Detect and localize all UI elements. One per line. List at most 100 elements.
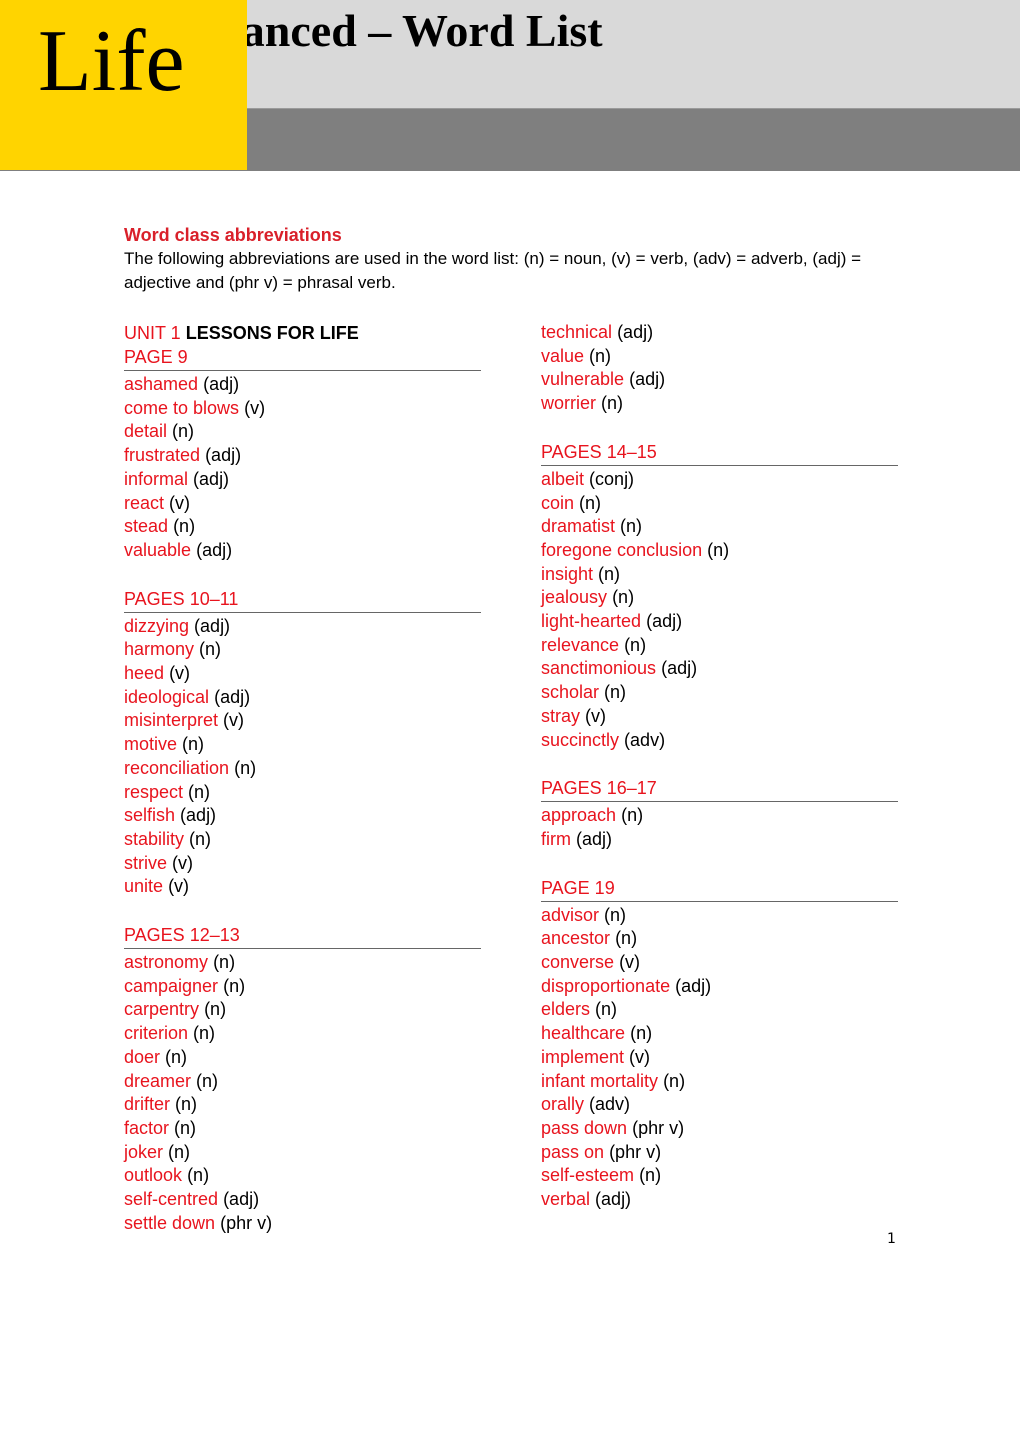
entry-word: foregone conclusion <box>541 539 703 560</box>
word-entry: ashamed (adj) <box>124 373 481 397</box>
word-entry: campaigner (n) <box>124 975 481 999</box>
entry-word: dizzying <box>124 615 190 636</box>
word-class: (adj) <box>196 539 233 560</box>
word-entry: misinterpret (v) <box>124 709 481 733</box>
word-class: (n) <box>234 757 257 778</box>
word-class: (v) <box>223 710 245 731</box>
section-heading: PAGES 10–11 <box>124 587 481 613</box>
word-class: (adv) <box>589 1094 631 1115</box>
entry-word: astronomy <box>124 952 209 973</box>
word-class: (n) <box>187 1165 210 1186</box>
word-entry: advisor (n) <box>541 904 898 928</box>
word-entry: factor (n) <box>124 1117 481 1141</box>
word-class: (n) <box>604 682 627 703</box>
word-entry: stability (n) <box>124 828 481 852</box>
word-entry: settle down (phr v) <box>124 1212 481 1236</box>
word-entry: come to blows (v) <box>124 397 481 421</box>
entry-word: heed <box>124 663 165 684</box>
word-class: (adj) <box>595 1189 632 1210</box>
entry-word: stray <box>541 705 581 726</box>
right-sections: PAGES 14–15 albeit (conj) coin (n) dramatis… <box>541 440 898 1212</box>
section-heading: PAGES 12–13 <box>124 923 481 950</box>
word-entry: implement (v) <box>541 1046 898 1070</box>
word-class: (phr v) <box>220 1212 273 1233</box>
word-entry: self-esteem (n) <box>541 1164 898 1188</box>
unit-title: LESSONS FOR LIFE <box>185 323 359 343</box>
word-class: (n) <box>196 1070 219 1091</box>
word-class: (n) <box>707 539 730 560</box>
entry-word: advisor <box>541 904 600 925</box>
entry-word: motive <box>124 734 178 755</box>
word-entry: orally (adv) <box>541 1093 898 1117</box>
entry-word: approach <box>541 805 617 826</box>
word-class: (n) <box>188 781 211 802</box>
entry-word: carpentry <box>124 999 200 1020</box>
word-entry: dramatist (n) <box>541 515 898 539</box>
entry-word: unite <box>124 876 164 897</box>
word-entry: carpentry (n) <box>124 998 481 1022</box>
word-entry: unite (v) <box>124 875 481 899</box>
word-class: (conj) <box>589 468 635 489</box>
word-class: (n) <box>173 516 196 537</box>
page-section: PAGE 19 advisor (n) ancestor (n) converse (… <box>541 876 898 1212</box>
unit-label: UNIT 1 <box>124 323 181 343</box>
word-class: (n) <box>663 1070 686 1091</box>
intro-body: The following abbreviations are used in … <box>124 249 862 292</box>
word-class: (n) <box>193 1023 216 1044</box>
word-class: (n) <box>612 587 635 608</box>
entry-word: jealousy <box>541 587 608 608</box>
word-entry: drifter (n) <box>124 1093 481 1117</box>
entry-word: selfish <box>124 805 176 826</box>
word-class: (adj) <box>203 374 240 394</box>
word-entry: reconciliation (n) <box>124 757 481 781</box>
entry-word: dreamer <box>124 1070 192 1091</box>
word-entry: foregone conclusion (n) <box>541 539 898 563</box>
word-entry: ideological (adj) <box>124 686 481 710</box>
word-entry: informal (adj) <box>124 468 481 492</box>
word-class: (adj) <box>205 445 242 466</box>
word-class: (n) <box>175 1094 198 1115</box>
word-class: (adj) <box>214 686 251 707</box>
entry-word: informal <box>124 468 189 489</box>
entry-word: campaigner <box>124 975 219 996</box>
word-entry: astronomy (n) <box>124 951 481 975</box>
entry-word: reconciliation <box>124 757 230 778</box>
word-class: (adj) <box>617 322 654 342</box>
section-heading: PAGES 16–17 <box>541 776 898 803</box>
entry-word: disproportionate <box>541 975 671 996</box>
word-entry: verbal (adj) <box>541 1188 898 1212</box>
section-heading: PAGE 9 <box>124 345 481 371</box>
word-entry: albeit (conj) <box>541 468 898 492</box>
word-class: (n) <box>199 639 222 660</box>
word-entry: infant mortality (n) <box>541 1070 898 1094</box>
word-entry: dreamer (n) <box>124 1070 481 1094</box>
word-entry: approach (n) <box>541 804 898 828</box>
word-class: (v) <box>619 952 641 973</box>
word-class: (v) <box>172 852 194 873</box>
word-entry: detail (n) <box>124 420 481 444</box>
word-class: (adj) <box>193 468 230 489</box>
word-class: (adj) <box>223 1189 260 1210</box>
word-class: (adj) <box>194 615 231 636</box>
page-section: PAGES 12–13 astronomy (n) campaigner (n) ca… <box>124 923 481 1235</box>
word-class: (n) <box>172 421 195 442</box>
page-section: PAGES 10–11 dizzying (adj) harmony (n) heed… <box>124 587 481 899</box>
word-entry: react (v) <box>124 492 481 516</box>
word-class: (n) <box>182 734 205 755</box>
entry-word: settle down <box>124 1212 216 1233</box>
word-entry: doer (n) <box>124 1046 481 1070</box>
entry-word: technical <box>541 322 613 342</box>
word-entry: heed (v) <box>124 662 481 686</box>
word-entry: frustrated (adj) <box>124 444 481 468</box>
word-entry: sanctimonious (adj) <box>541 657 898 681</box>
word-entry: converse (v) <box>541 951 898 975</box>
word-class: (n) <box>213 952 236 973</box>
word-entry: dizzying (adj) <box>124 615 481 639</box>
abbreviations-intro: Word class abbreviations The following a… <box>124 223 904 294</box>
entry-word: relevance <box>541 634 620 655</box>
word-entry: disproportionate (adj) <box>541 975 898 999</box>
word-entry: stead (n) <box>124 515 481 539</box>
entry-word: stead <box>124 516 169 537</box>
entry-word: pass down <box>541 1117 628 1138</box>
word-class: (adj) <box>629 369 666 390</box>
